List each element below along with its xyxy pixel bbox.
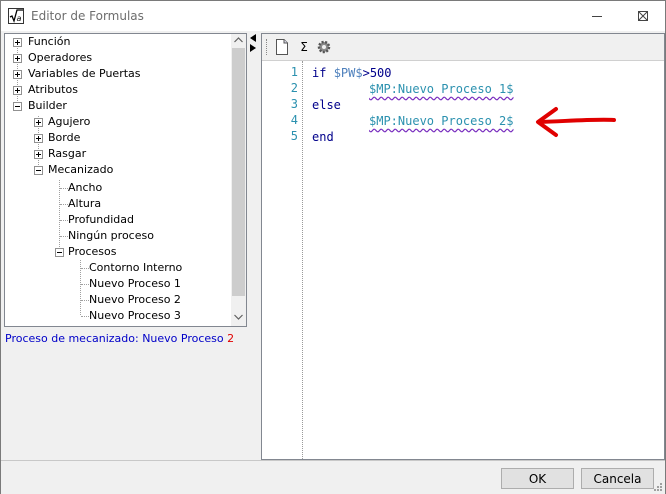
formula-editor-window: a Editor de Formulas Función Operadores …	[0, 0, 666, 494]
tree-item-builder[interactable]: Builder	[28, 98, 67, 114]
tree-guide	[81, 268, 89, 269]
tree-item-mecanizado[interactable]: Mecanizado	[48, 162, 113, 178]
line-number: 3	[290, 97, 298, 111]
scroll-down-icon[interactable]	[234, 314, 243, 320]
tree-item-profundidad[interactable]: Profundidad	[68, 212, 134, 228]
tree-item-variables-de-puertas[interactable]: Variables de Puertas	[28, 66, 141, 82]
tree-item-contorno-interno[interactable]: Contorno Interno	[89, 260, 182, 276]
keyword-if: if	[312, 66, 327, 80]
status-number: 2	[227, 332, 235, 345]
line-number: 2	[290, 81, 298, 95]
resize-grip-icon[interactable]	[653, 482, 663, 492]
new-button[interactable]	[272, 37, 292, 57]
expand-right-icon[interactable]	[250, 44, 256, 52]
process-reference-1[interactable]: $MP:Nuevo Proceso 1$	[369, 82, 514, 96]
code-line-2: $MP:Nuevo Proceso 1$	[369, 81, 514, 97]
splitter-arrows[interactable]	[248, 33, 260, 53]
code-line-5: end	[312, 129, 334, 145]
tree-item-procesos[interactable]: Procesos	[68, 244, 116, 260]
tree-item-borde[interactable]: Borde	[48, 130, 80, 146]
title-bar: a Editor de Formulas	[1, 1, 665, 31]
expand-icon[interactable]	[34, 134, 43, 143]
sigma-icon: Σ	[300, 40, 308, 54]
tree-item-atributos[interactable]: Atributos	[28, 82, 78, 98]
close-button[interactable]	[620, 1, 666, 31]
tree-guide	[60, 220, 68, 221]
formula-app-icon: a	[8, 8, 24, 24]
collapse-icon[interactable]	[34, 166, 43, 175]
expand-icon[interactable]	[13, 38, 22, 47]
dialog-button-bar: OK Cancela	[1, 460, 665, 494]
comparison: >500	[362, 66, 392, 80]
keyword-end: end	[312, 130, 334, 144]
tree-item-ancho[interactable]: Ancho	[68, 180, 102, 196]
toolbar-grip	[266, 39, 269, 55]
tree-guide	[81, 284, 89, 285]
new-document-icon	[276, 39, 288, 55]
tree-guide	[81, 316, 89, 317]
expand-icon[interactable]	[34, 118, 43, 127]
expand-icon[interactable]	[13, 54, 22, 63]
code-line-1: if $PW$>500	[312, 65, 392, 81]
scrollbar-thumb[interactable]	[232, 48, 245, 296]
annotation-arrow	[536, 107, 616, 137]
collapse-left-icon[interactable]	[250, 34, 256, 42]
tree-item-nuevo-proceso-2[interactable]: Nuevo Proceso 2	[89, 292, 181, 308]
ok-button[interactable]: OK	[501, 468, 574, 489]
tree-guide	[59, 180, 60, 251]
window-title: Editor de Formulas	[31, 9, 144, 23]
tree-item-ningun-proceso[interactable]: Ningún proceso	[68, 228, 154, 244]
minimize-button[interactable]	[574, 1, 620, 31]
collapse-icon[interactable]	[55, 248, 64, 257]
line-number: 4	[290, 113, 298, 127]
function-tree[interactable]: Función Operadores Variables de Puertas …	[4, 33, 247, 327]
expand-icon[interactable]	[34, 150, 43, 159]
scroll-up-icon[interactable]	[234, 37, 243, 43]
process-reference-2[interactable]: $MP:Nuevo Proceso 2$	[369, 114, 514, 128]
close-icon	[638, 11, 648, 21]
tree-guide	[60, 236, 68, 237]
keyword-else: else	[312, 98, 341, 112]
minimize-icon	[592, 16, 602, 17]
status-label: Proceso de mecanizado: Nuevo Proceso	[5, 332, 228, 345]
tree-item-altura[interactable]: Altura	[68, 196, 101, 212]
formula-editor[interactable]: Σ 1 2 3 4 5 if $PW$>500 $MP:Nuevo Proces…	[261, 33, 665, 460]
tree-item-agujero[interactable]: Agujero	[48, 114, 90, 130]
tree-item-operadores[interactable]: Operadores	[28, 50, 92, 66]
tree-item-nuevo-proceso-1[interactable]: Nuevo Proceso 1	[89, 276, 181, 292]
expand-icon[interactable]	[13, 86, 22, 95]
cancel-button[interactable]: Cancela	[581, 468, 654, 489]
code-line-4: $MP:Nuevo Proceso 2$	[369, 113, 514, 129]
tree-item-rasgar[interactable]: Rasgar	[48, 146, 86, 162]
line-number-gutter: 1 2 3 4 5	[262, 61, 303, 459]
editor-toolbar: Σ	[262, 34, 664, 61]
sigma-button[interactable]: Σ	[294, 37, 314, 57]
settings-button[interactable]	[314, 37, 334, 57]
tree-scrollbar[interactable]	[231, 34, 246, 326]
collapse-icon[interactable]	[13, 102, 22, 111]
line-number: 1	[290, 65, 298, 79]
status-text: Proceso de mecanizado: Nuevo Proceso 2	[5, 332, 234, 345]
gear-icon	[317, 40, 331, 54]
code-line-3: else	[312, 97, 341, 113]
left-panel: Función Operadores Variables de Puertas …	[4, 33, 247, 458]
line-number: 5	[290, 129, 298, 143]
variable-pw: $PW$	[333, 66, 363, 80]
tree-guide	[81, 300, 89, 301]
svg-text:a: a	[17, 14, 22, 23]
tree-item-nuevo-proceso-3[interactable]: Nuevo Proceso 3	[89, 308, 181, 324]
expand-icon[interactable]	[13, 70, 22, 79]
tree-guide	[60, 204, 68, 205]
tree-guide	[60, 188, 68, 189]
tree-item-funcion[interactable]: Función	[28, 34, 70, 50]
